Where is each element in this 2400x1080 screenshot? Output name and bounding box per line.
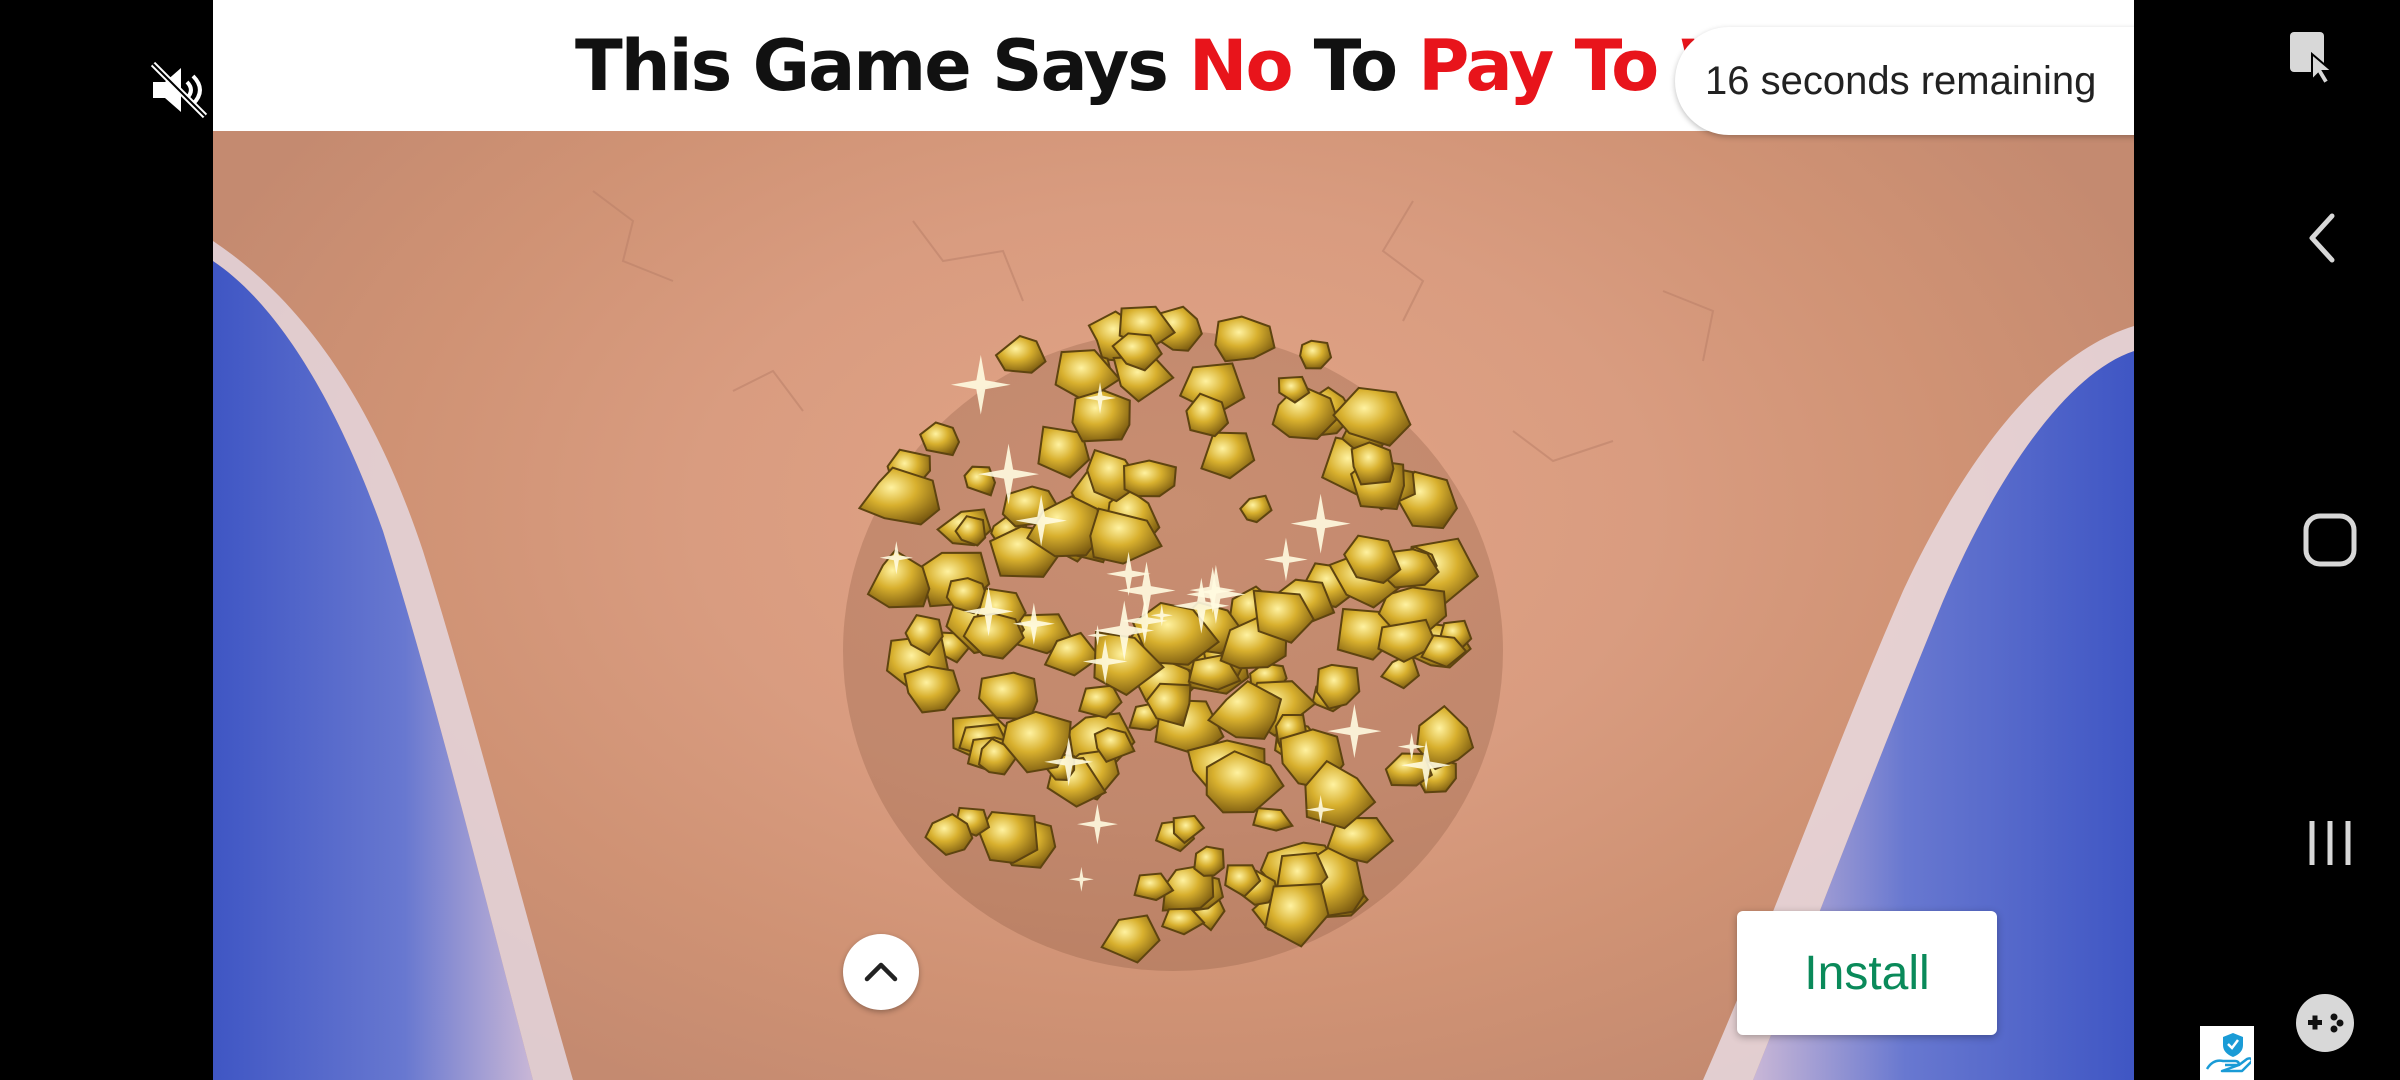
chevron-up-icon [864, 962, 898, 982]
gold-nugget [1350, 441, 1395, 486]
game-controller-icon[interactable] [2294, 992, 2356, 1054]
recents-icon[interactable] [2302, 815, 2358, 871]
install-button[interactable]: Install [1737, 911, 1997, 1035]
home-icon[interactable] [2302, 512, 2358, 568]
volume-muted-icon [150, 61, 208, 119]
app-protection-badge[interactable] [2200, 1026, 2254, 1080]
gold-nugget [1122, 459, 1177, 498]
back-icon[interactable] [2302, 210, 2342, 266]
headline-part-2: No [1188, 24, 1294, 107]
ad-video[interactable]: This Game Says No To Pay To W Install [213, 0, 2134, 1080]
expand-button[interactable] [843, 934, 919, 1010]
hand-shield-icon [2205, 1033, 2251, 1073]
countdown-text: 16 seconds remaining [1705, 58, 2097, 103]
gold-nugget [977, 810, 1039, 864]
gold-nugget [1193, 845, 1225, 877]
mute-button[interactable] [144, 55, 214, 125]
gold-nugget [994, 334, 1047, 374]
system-navigation-bar [2134, 0, 2400, 1080]
gold-nugget [918, 421, 961, 457]
headline-part-1: This Game Says [575, 24, 1169, 107]
headline-part-3: To [1313, 24, 1399, 107]
gold-nugget [1299, 339, 1333, 370]
screen-lock-cursor-icon[interactable] [2286, 28, 2342, 88]
screen: This Game Says No To Pay To W Install 16… [0, 0, 2400, 1080]
